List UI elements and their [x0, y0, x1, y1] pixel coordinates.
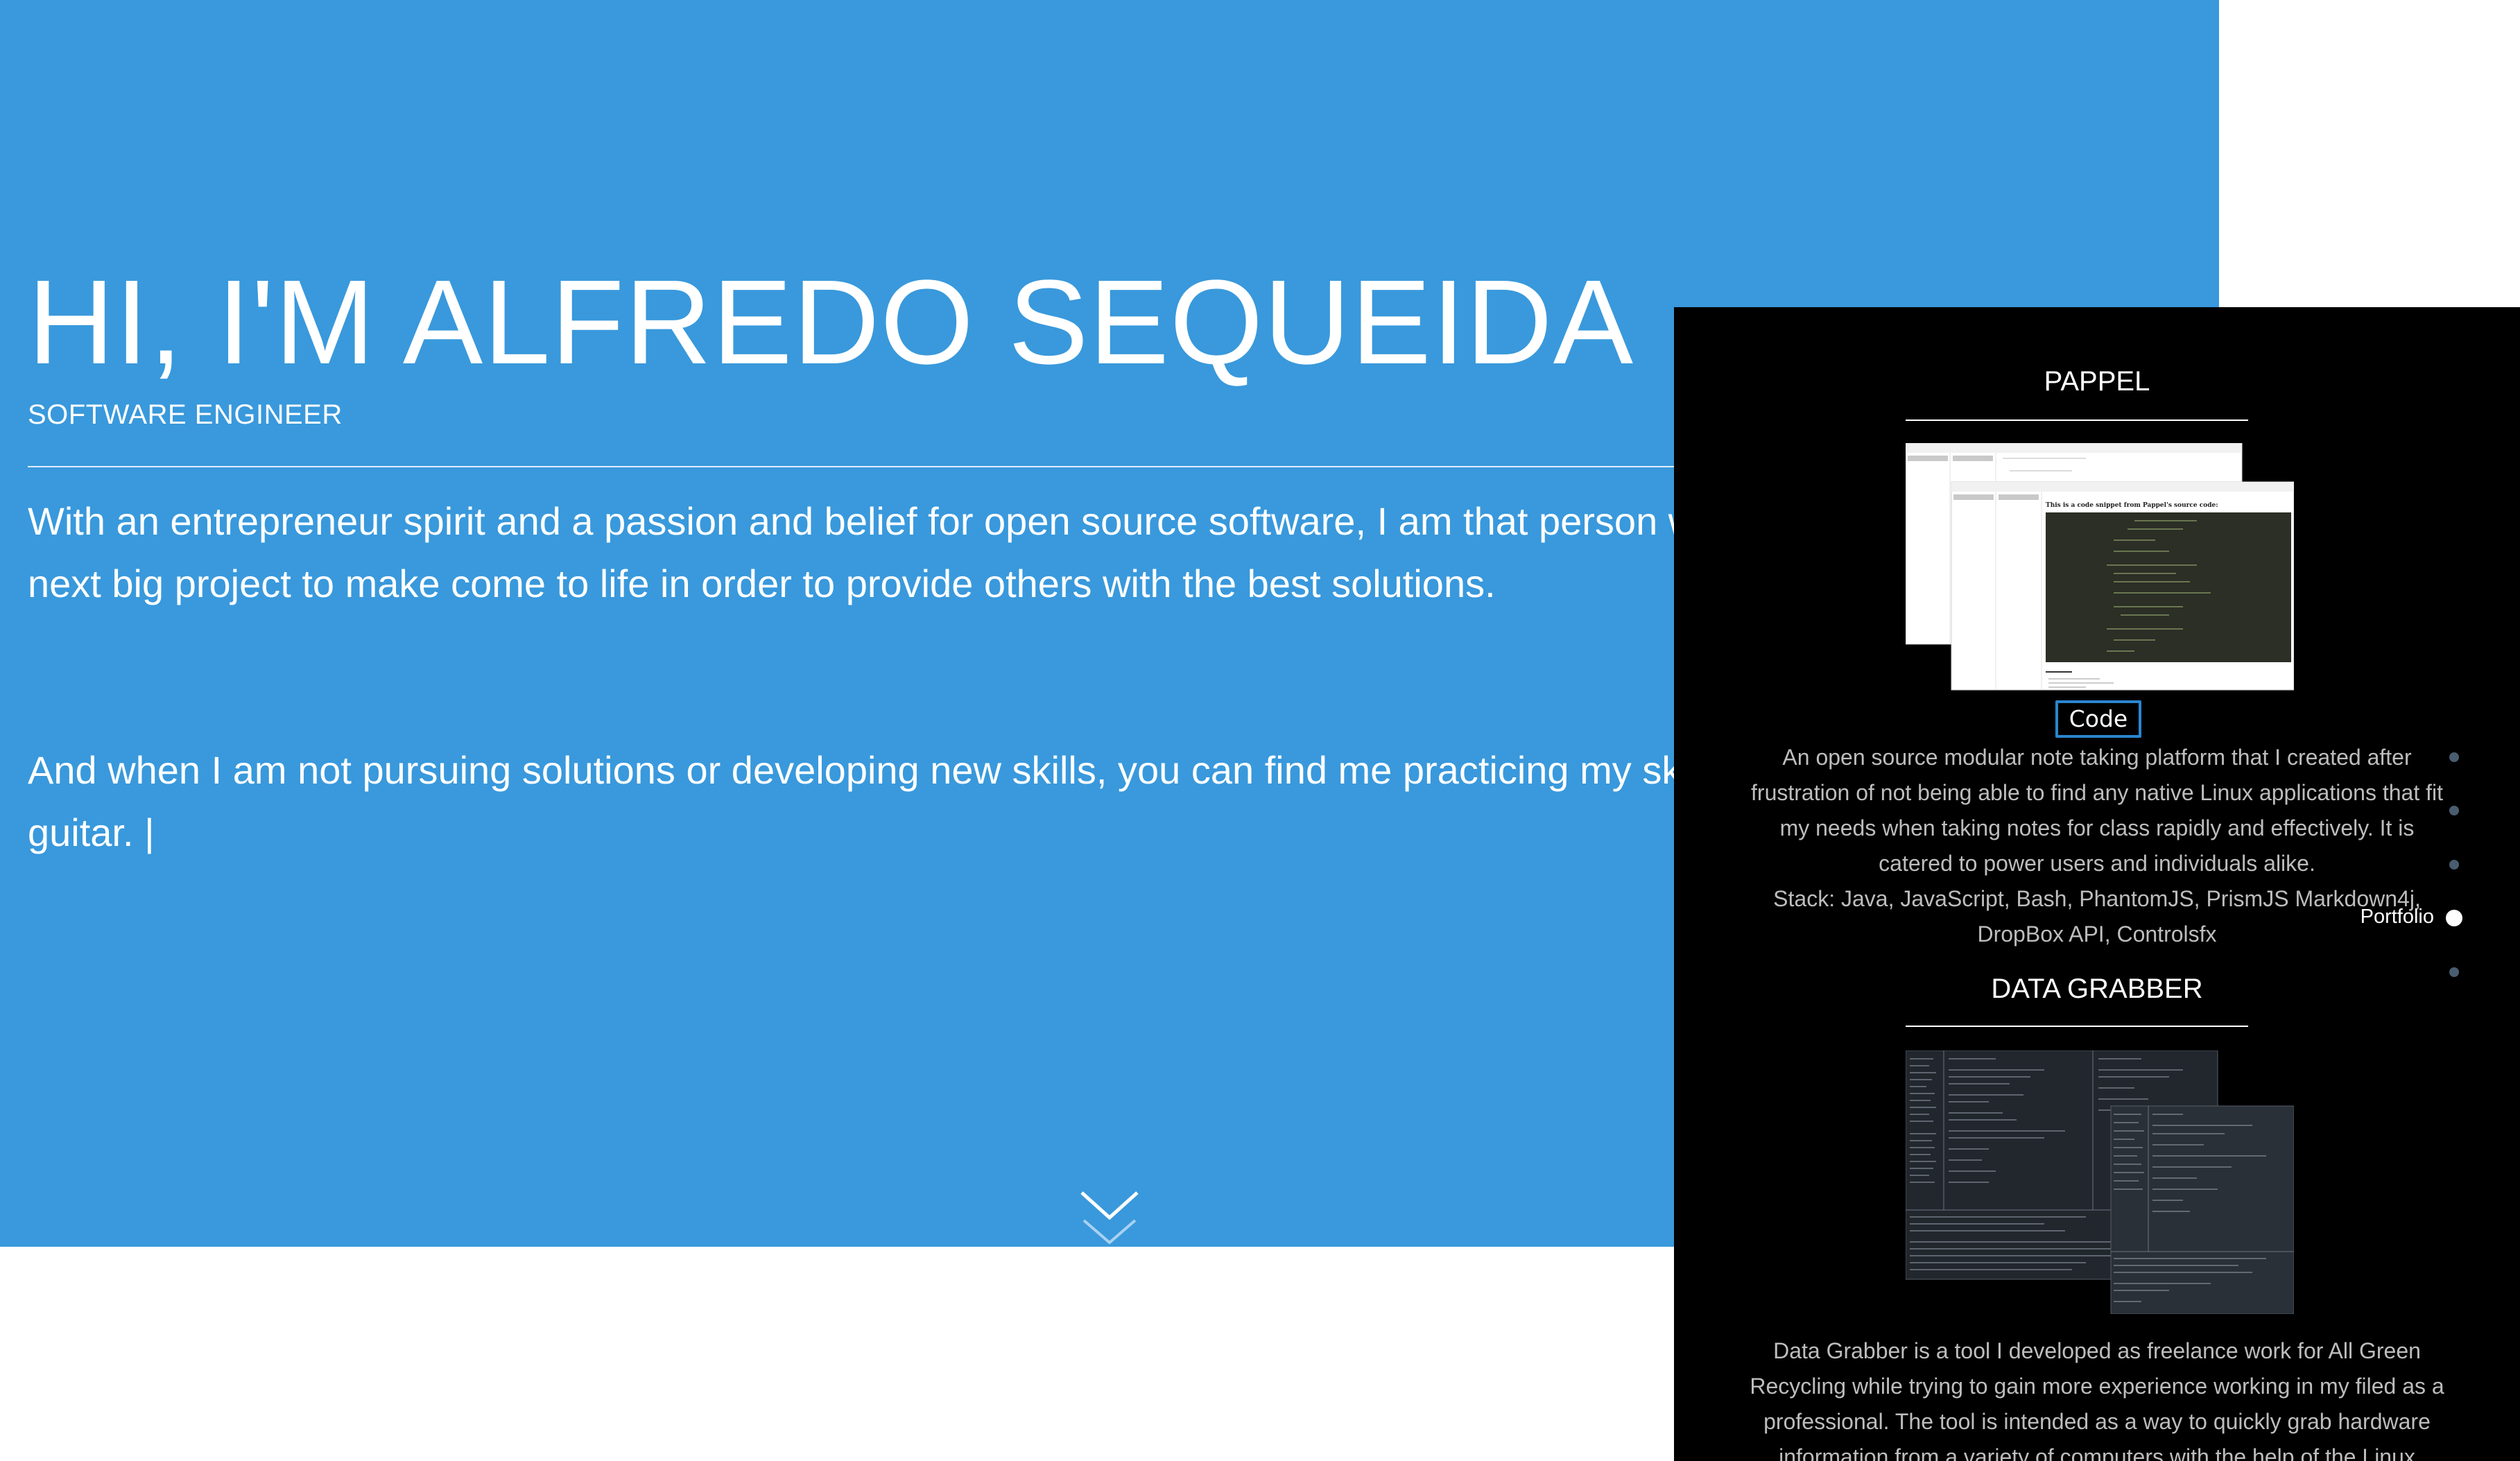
hero-title: HI, I'M ALFREDO SEQUEIDA	[28, 254, 1634, 389]
double-chevron-down-icon[interactable]	[1078, 1187, 1141, 1247]
project-title: PAPPEL	[2044, 366, 2150, 397]
svg-text:This is a code snippet from Pa: This is a code snippet from Pappel's sou…	[2046, 502, 2218, 509]
section-nav: Portfolio	[2344, 735, 2469, 999]
project-screenshots	[1905, 1050, 2295, 1315]
hero-subtitle: SOFTWARE ENGINEER	[28, 399, 343, 430]
section-nav-label: Portfolio	[2360, 906, 2434, 928]
screenshot-caption: This is a code snippet from Pappel's sou…	[2046, 502, 2218, 509]
code-button[interactable]: Code	[2055, 700, 2141, 738]
project-screenshots: This is a code snippet from Pappel's sou…	[1905, 442, 2295, 693]
section-nav-dot[interactable]	[2449, 967, 2459, 977]
section-nav-dot-portfolio[interactable]	[2446, 910, 2462, 926]
section-nav-dot[interactable]	[2449, 806, 2459, 815]
section-nav-dot[interactable]	[2449, 860, 2459, 870]
section-nav-dot[interactable]	[2449, 752, 2459, 762]
project-divider	[1906, 420, 2248, 421]
project-description: Data Grabber is a tool I developed as fr…	[1750, 1338, 2444, 1461]
project-divider	[1906, 1026, 2248, 1027]
